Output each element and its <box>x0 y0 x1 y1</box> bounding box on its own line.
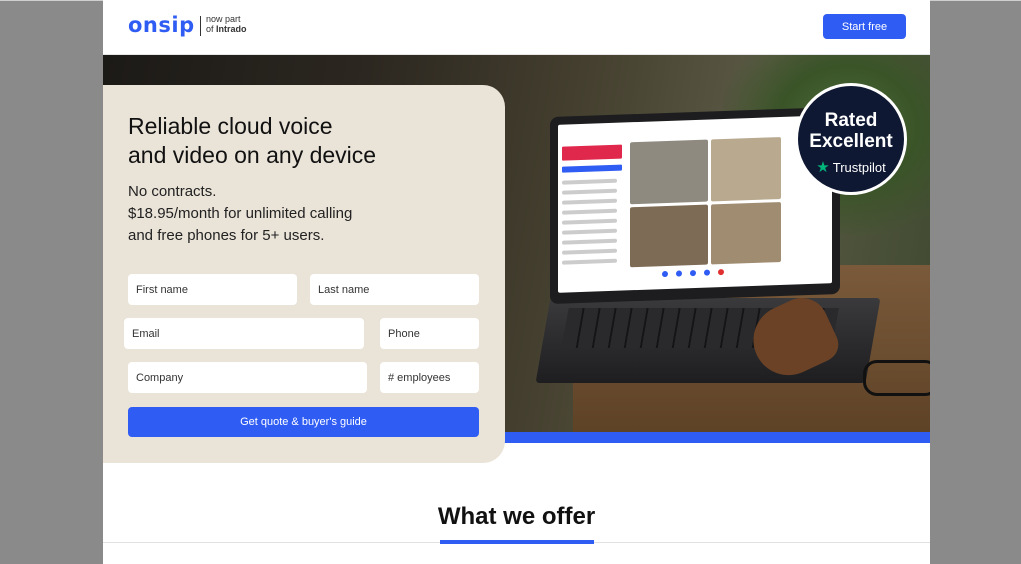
subtext-line1: No contracts. <box>128 183 217 200</box>
subtext-line3: and free phones for 5+ users. <box>128 227 325 244</box>
logo-divider <box>200 16 201 36</box>
contact-row <box>562 178 617 185</box>
settings-icon <box>704 269 710 276</box>
sidebar-button <box>562 164 622 173</box>
start-free-button[interactable]: Start free <box>823 14 906 39</box>
video-tile <box>630 204 708 268</box>
share-icon <box>690 269 696 277</box>
glasses <box>863 360 930 396</box>
onsip-logo[interactable]: onsip <box>128 13 195 37</box>
video-tile <box>711 136 781 202</box>
company-field[interactable]: Company <box>128 362 367 393</box>
landing-page: onsip now part of Intrado Start free Rat… <box>103 0 930 564</box>
get-quote-button[interactable]: Get quote & buyer's guide <box>128 407 479 437</box>
employees-field[interactable]: # employees <box>380 362 479 393</box>
contact-row <box>562 258 617 265</box>
trustpilot-badge: Rated Excellent ★ Trustpilot <box>795 83 907 195</box>
last-name-field[interactable]: Last name <box>310 274 479 305</box>
contact-row <box>562 248 617 255</box>
tagline-line1: now part <box>206 14 241 24</box>
headline-line2: and video on any device <box>128 142 377 168</box>
section-title: What we offer <box>437 503 596 530</box>
badge-rated: Rated <box>824 110 878 131</box>
site-header: onsip now part of Intrado Start free <box>103 0 930 55</box>
tagline-line2: of Intrado <box>206 24 247 34</box>
call-sidebar <box>562 144 622 287</box>
first-name-field[interactable]: First name <box>128 274 297 305</box>
subtext-line2: $18.95/month for unlimited calling <box>128 205 353 222</box>
video-tile <box>711 201 781 265</box>
trustpilot-text: Trustpilot <box>832 159 886 175</box>
badge-excellent: Excellent <box>809 131 893 152</box>
contact-row <box>562 208 617 215</box>
hero-subtext: No contracts. $18.95/month for unlimited… <box>128 181 488 247</box>
video-call-screen <box>558 115 832 293</box>
signup-card: Reliable cloud voice and video on any de… <box>103 85 505 463</box>
phone-field[interactable]: Phone <box>380 318 479 349</box>
contact-row <box>562 188 617 195</box>
trustpilot-logo: ★ Trustpilot <box>798 158 904 176</box>
contact-row <box>562 218 617 225</box>
contact-row <box>562 228 617 235</box>
hero-headline: Reliable cloud voice and video on any de… <box>128 112 488 170</box>
hangup-icon <box>718 268 724 276</box>
video-tile <box>630 139 708 205</box>
contact-row <box>562 238 617 245</box>
section-title-underline <box>440 540 594 544</box>
camera-icon <box>676 270 682 277</box>
email-field[interactable]: Email <box>124 318 364 349</box>
intrado-brand: Intrado <box>216 24 247 34</box>
tagline-prefix: of <box>206 24 217 34</box>
mute-icon <box>662 270 668 278</box>
contact-row <box>562 198 617 205</box>
star-icon: ★ <box>816 159 830 176</box>
logo-tagline: now part of Intrado <box>206 14 247 34</box>
sidebar-header <box>562 144 622 161</box>
headline-line1: Reliable cloud voice <box>128 113 333 139</box>
